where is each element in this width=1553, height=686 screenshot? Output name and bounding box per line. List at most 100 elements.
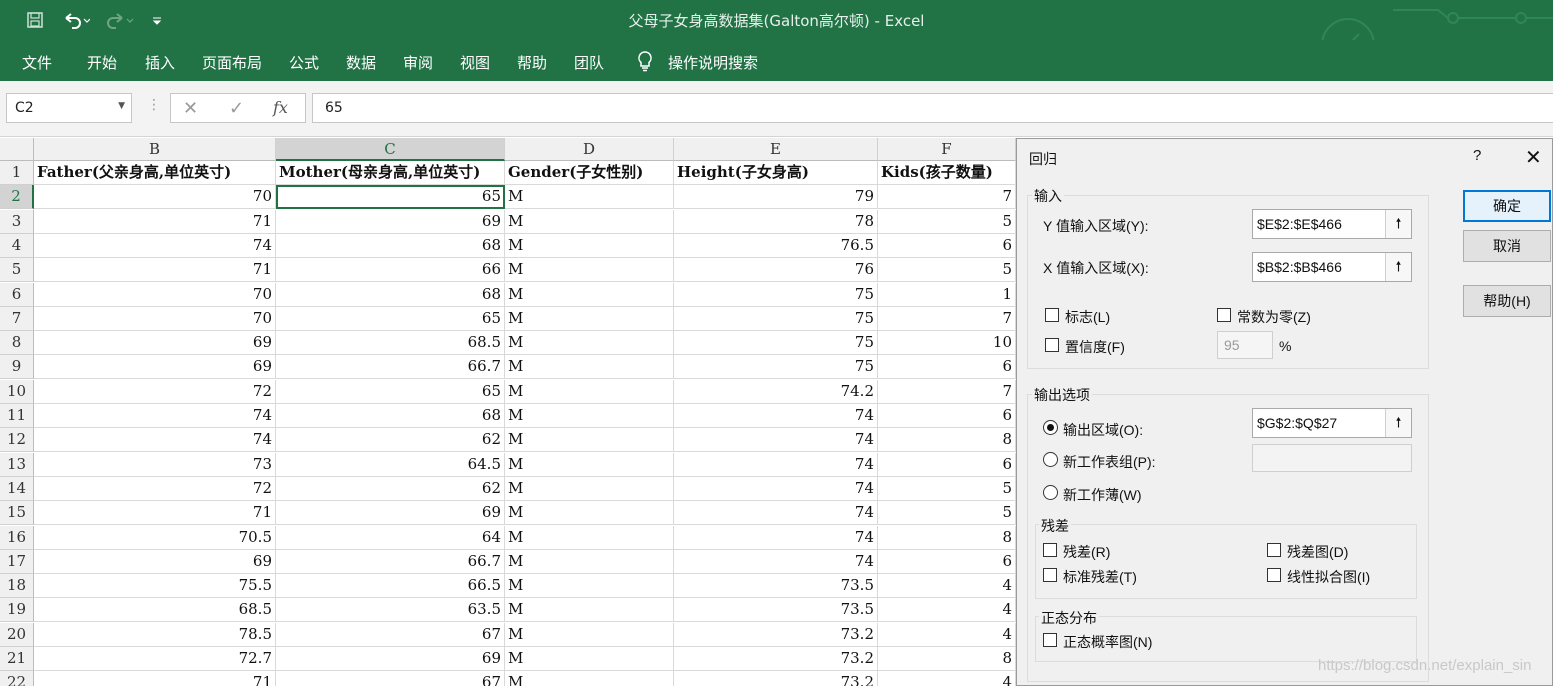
- data-cell[interactable]: 67: [276, 622, 505, 647]
- row-header[interactable]: 3: [0, 209, 34, 234]
- data-cell[interactable]: 71: [34, 671, 276, 686]
- data-cell[interactable]: 8: [878, 647, 1016, 671]
- data-cell[interactable]: 6: [878, 452, 1016, 477]
- header-cell[interactable]: Father(父亲身高,单位英寸): [34, 161, 276, 185]
- row-header[interactable]: 15: [0, 501, 34, 526]
- tab-review[interactable]: 审阅: [403, 52, 433, 73]
- header-cell[interactable]: Gender(子女性别): [505, 161, 674, 185]
- chevron-down-icon[interactable]: ▼: [118, 101, 125, 111]
- tab-view[interactable]: 视图: [460, 52, 490, 73]
- collapse-dialog-icon[interactable]: 🠕: [1385, 253, 1411, 281]
- header-cell[interactable]: Height(子女身高): [674, 161, 878, 185]
- data-cell[interactable]: 66.7: [276, 549, 505, 574]
- lightbulb-icon[interactable]: [636, 50, 654, 76]
- labels-checkbox[interactable]: [1045, 308, 1059, 322]
- data-cell[interactable]: 74: [674, 428, 878, 453]
- data-cell[interactable]: 71: [34, 501, 276, 526]
- data-cell[interactable]: 74: [674, 452, 878, 477]
- data-cell[interactable]: 73.2: [674, 647, 878, 671]
- header-cell[interactable]: Kids(孩子数量): [878, 161, 1016, 185]
- tab-help[interactable]: 帮助: [517, 52, 547, 73]
- data-cell[interactable]: M: [505, 428, 674, 453]
- output-range-radio[interactable]: [1043, 420, 1058, 435]
- row-header[interactable]: 21: [0, 647, 34, 671]
- row-header[interactable]: 14: [0, 476, 34, 501]
- data-cell[interactable]: M: [505, 209, 674, 234]
- data-cell[interactable]: 72: [34, 476, 276, 501]
- data-cell[interactable]: 7: [878, 185, 1016, 210]
- tab-team[interactable]: 团队: [574, 52, 604, 73]
- data-cell[interactable]: 75: [674, 355, 878, 380]
- data-cell[interactable]: 6: [878, 233, 1016, 258]
- y-range-input[interactable]: $E$2:$E$466 🠕: [1252, 209, 1412, 239]
- constant-zero-checkbox[interactable]: [1217, 308, 1231, 322]
- new-sheet-input[interactable]: [1252, 444, 1412, 472]
- select-all-corner[interactable]: [0, 138, 34, 161]
- row-header[interactable]: 19: [0, 598, 34, 623]
- data-cell[interactable]: 76.5: [674, 233, 878, 258]
- data-cell[interactable]: 76: [674, 258, 878, 283]
- residual-plots-checkbox[interactable]: [1267, 543, 1281, 557]
- row-header[interactable]: 20: [0, 622, 34, 647]
- data-cell[interactable]: 5: [878, 209, 1016, 234]
- insert-function-icon[interactable]: fx: [273, 98, 288, 117]
- column-header-e[interactable]: E: [674, 138, 878, 161]
- data-cell[interactable]: 75.5: [34, 574, 276, 599]
- column-header-f[interactable]: F: [878, 138, 1016, 161]
- active-cell[interactable]: 65: [276, 185, 505, 210]
- data-cell[interactable]: 73.5: [674, 574, 878, 599]
- residuals-checkbox[interactable]: [1043, 543, 1057, 557]
- data-cell[interactable]: 68: [276, 404, 505, 428]
- data-cell[interactable]: 64.5: [276, 452, 505, 477]
- data-cell[interactable]: 70: [34, 185, 276, 210]
- data-cell[interactable]: 68.5: [276, 331, 505, 356]
- standardized-residuals-checkbox[interactable]: [1043, 568, 1057, 582]
- collapse-dialog-icon[interactable]: 🠕: [1385, 210, 1411, 238]
- data-cell[interactable]: M: [505, 355, 674, 380]
- data-cell[interactable]: 73.5: [674, 598, 878, 623]
- row-header[interactable]: 11: [0, 404, 34, 428]
- data-cell[interactable]: 78: [674, 209, 878, 234]
- header-cell[interactable]: Mother(母亲身高,单位英寸): [276, 161, 505, 185]
- row-header[interactable]: 13: [0, 452, 34, 477]
- data-cell[interactable]: M: [505, 379, 674, 404]
- data-cell[interactable]: 65: [276, 306, 505, 331]
- data-cell[interactable]: 74: [34, 233, 276, 258]
- data-cell[interactable]: 66.7: [276, 355, 505, 380]
- confidence-input[interactable]: 95: [1217, 331, 1273, 359]
- data-cell[interactable]: 63.5: [276, 598, 505, 623]
- row-header[interactable]: 10: [0, 379, 34, 404]
- data-cell[interactable]: 4: [878, 671, 1016, 686]
- data-cell[interactable]: 69: [34, 331, 276, 356]
- data-cell[interactable]: M: [505, 622, 674, 647]
- data-cell[interactable]: 1: [878, 282, 1016, 307]
- data-cell[interactable]: M: [505, 233, 674, 258]
- help-icon[interactable]: ?: [1473, 147, 1481, 164]
- tab-formulas[interactable]: 公式: [289, 52, 319, 73]
- data-cell[interactable]: 73.2: [674, 671, 878, 686]
- tab-page-layout[interactable]: 页面布局: [202, 52, 262, 73]
- data-cell[interactable]: 6: [878, 549, 1016, 574]
- row-header[interactable]: 22: [0, 671, 34, 686]
- collapse-dialog-icon[interactable]: 🠕: [1385, 409, 1411, 437]
- data-cell[interactable]: 8: [878, 525, 1016, 550]
- data-cell[interactable]: 68: [276, 233, 505, 258]
- data-cell[interactable]: M: [505, 185, 674, 210]
- data-cell[interactable]: 10: [878, 331, 1016, 356]
- column-header-c[interactable]: C: [276, 138, 505, 161]
- data-cell[interactable]: M: [505, 549, 674, 574]
- data-cell[interactable]: 71: [34, 209, 276, 234]
- tell-me-search[interactable]: 操作说明搜索: [668, 52, 758, 73]
- data-cell[interactable]: 74: [674, 549, 878, 574]
- data-cell[interactable]: M: [505, 331, 674, 356]
- data-cell[interactable]: 78.5: [34, 622, 276, 647]
- new-sheet-radio[interactable]: [1043, 452, 1058, 467]
- data-cell[interactable]: M: [505, 574, 674, 599]
- row-header[interactable]: 7: [0, 306, 34, 331]
- row-header[interactable]: 17: [0, 549, 34, 574]
- tab-data[interactable]: 数据: [346, 52, 376, 73]
- data-cell[interactable]: 64: [276, 525, 505, 550]
- data-cell[interactable]: M: [505, 404, 674, 428]
- data-cell[interactable]: 70: [34, 282, 276, 307]
- data-cell[interactable]: 68: [276, 282, 505, 307]
